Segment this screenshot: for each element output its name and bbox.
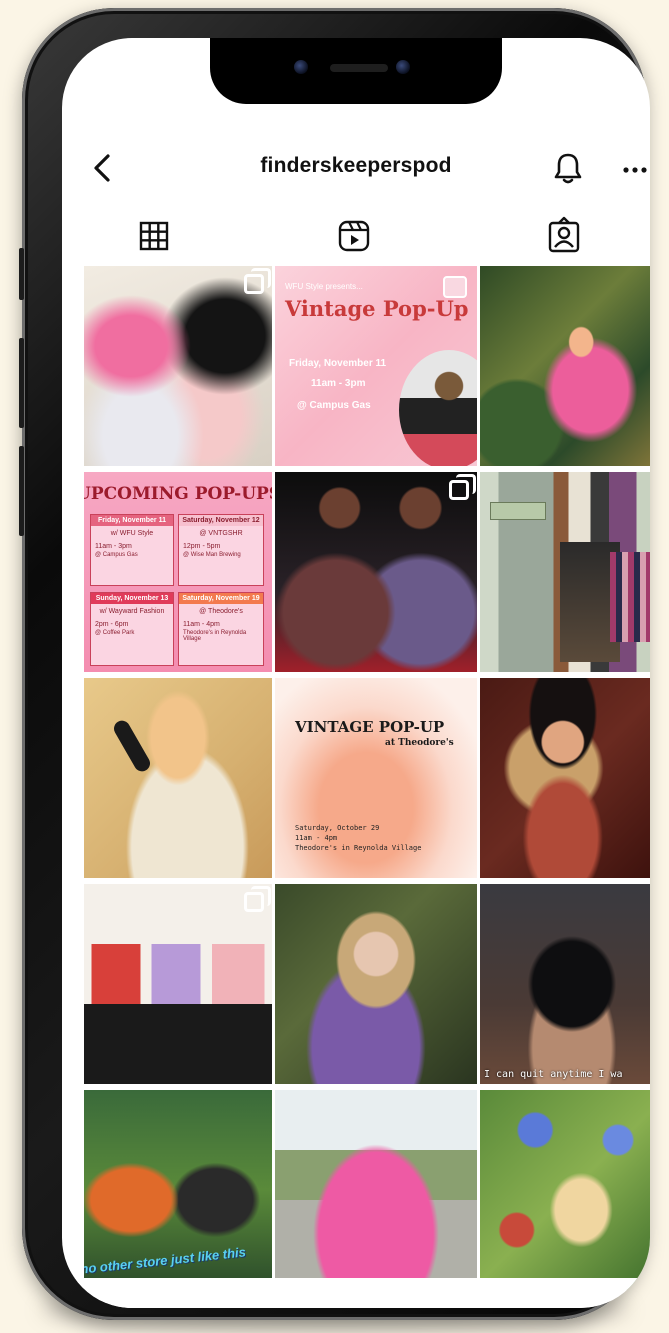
flyer-place: @ Campus Gas [297, 400, 371, 411]
event-host: @ Theodore's [199, 608, 243, 615]
event-host: w/ WFU Style [110, 530, 154, 537]
speaker-grille [330, 64, 388, 72]
notch [210, 38, 502, 104]
calendar-icon [443, 276, 467, 298]
flyer-kicker: WFU Style presents... [285, 282, 363, 291]
flyer-time: 11am - 3pm [311, 378, 366, 389]
post-slip-dresses[interactable] [84, 266, 272, 466]
post-upcoming-popups[interactable]: UPCOMING POP-UPS Friday, November 11 w/ … [84, 472, 272, 672]
profile-header: finderskeeperspod [62, 146, 650, 190]
phone-screen: finderskeeperspod WFU Style presents... … [62, 38, 650, 1308]
clothing-rack [610, 552, 650, 642]
post-pink-top-on-leaves[interactable] [480, 266, 650, 466]
post-pink-convertible[interactable] [275, 1090, 477, 1290]
theodores-place: Theodore's in Reynolda Village [295, 844, 422, 852]
camera-icon [294, 60, 308, 74]
post-store-window[interactable]: no other store just like this [84, 1090, 272, 1290]
carousel-icon [244, 268, 271, 294]
upcoming-title: UPCOMING POP-UPS [84, 484, 272, 504]
post-black-cat[interactable]: I can quit anytime I wa [480, 884, 650, 1084]
post-grunge-portrait[interactable] [275, 884, 477, 1084]
side-button-silent [19, 248, 24, 300]
more-horizontal-icon[interactable] [618, 148, 650, 188]
tagged-person-icon[interactable] [542, 214, 586, 258]
reels-icon[interactable] [332, 214, 376, 258]
event-place: @ Campus Gas [95, 552, 138, 558]
post-theodores-popup[interactable]: VINTAGE POP-UP at Theodore's Saturday, O… [275, 678, 477, 878]
event-card-2: Saturday, November 12 @ VNTGSHR 12pm - 5… [178, 514, 264, 586]
event-time: 11am - 3pm [95, 543, 132, 550]
theodores-subtitle: at Theodore's [385, 738, 454, 748]
flyer-date: Friday, November 11 [289, 358, 387, 369]
store-caption: no other store just like this [84, 1244, 247, 1277]
event-time: 12pm - 5pm [183, 543, 221, 550]
flyer-photo [399, 350, 477, 466]
post-store-interior[interactable] [480, 472, 650, 672]
phone-frame: finderskeeperspod WFU Style presents... … [19, 8, 650, 1320]
event-host: @ VNTGSHR [199, 530, 243, 537]
carousel-icon [449, 474, 476, 500]
phone-handset [111, 717, 153, 775]
theodores-date: Saturday, October 29 [295, 824, 380, 832]
flyer-title: Vintage Pop-Up [285, 296, 469, 321]
event-card-1: Friday, November 11 w/ WFU Style 11am - … [90, 514, 174, 586]
sensor-icon [396, 60, 410, 74]
event-time: 11am - 4pm [183, 621, 220, 628]
event-day: Sunday, November 13 [91, 593, 173, 604]
side-button-volume-down [19, 446, 24, 536]
theodores-time: 11am - 4pm [295, 834, 338, 842]
post-top-hat-portrait[interactable] [480, 678, 650, 878]
theodores-title: VINTAGE POP-UP [295, 718, 445, 736]
post-vintage-popup-flyer[interactable]: WFU Style presents... Vintage Pop-Up Fri… [275, 266, 477, 466]
grid-icon[interactable] [132, 214, 176, 258]
post-three-women[interactable] [84, 884, 272, 1084]
profile-tabs [62, 214, 650, 258]
event-host: w/ Wayward Fashion [99, 608, 165, 615]
event-time: 2pm - 6pm [95, 621, 129, 628]
bell-icon[interactable] [548, 148, 588, 188]
event-day: Saturday, November 12 [179, 515, 263, 526]
event-place: @ Coffee Park [95, 630, 135, 636]
event-day: Saturday, November 19 [179, 593, 263, 604]
post-fairy-illustration[interactable] [480, 1090, 650, 1290]
store-sign [490, 502, 546, 520]
event-place: Theodore's in Reynolda Village [183, 630, 247, 642]
event-card-3: Sunday, November 13 w/ Wayward Fashion 2… [90, 592, 174, 666]
side-button-volume-up [19, 338, 24, 428]
event-card-4: Saturday, November 19 @ Theodore's 11am … [178, 592, 264, 666]
screen-bottom [62, 1278, 650, 1308]
post-blonde-on-phone[interactable] [84, 678, 272, 878]
cat-caption: I can quit anytime I wa [484, 1069, 623, 1080]
post-grid: WFU Style presents... Vintage Pop-Up Fri… [84, 266, 650, 1290]
event-place: @ Wise Man Brewing [183, 552, 241, 558]
post-red-carpet-gowns[interactable] [275, 472, 477, 672]
carousel-icon [244, 886, 271, 912]
event-day: Friday, November 11 [91, 515, 173, 526]
